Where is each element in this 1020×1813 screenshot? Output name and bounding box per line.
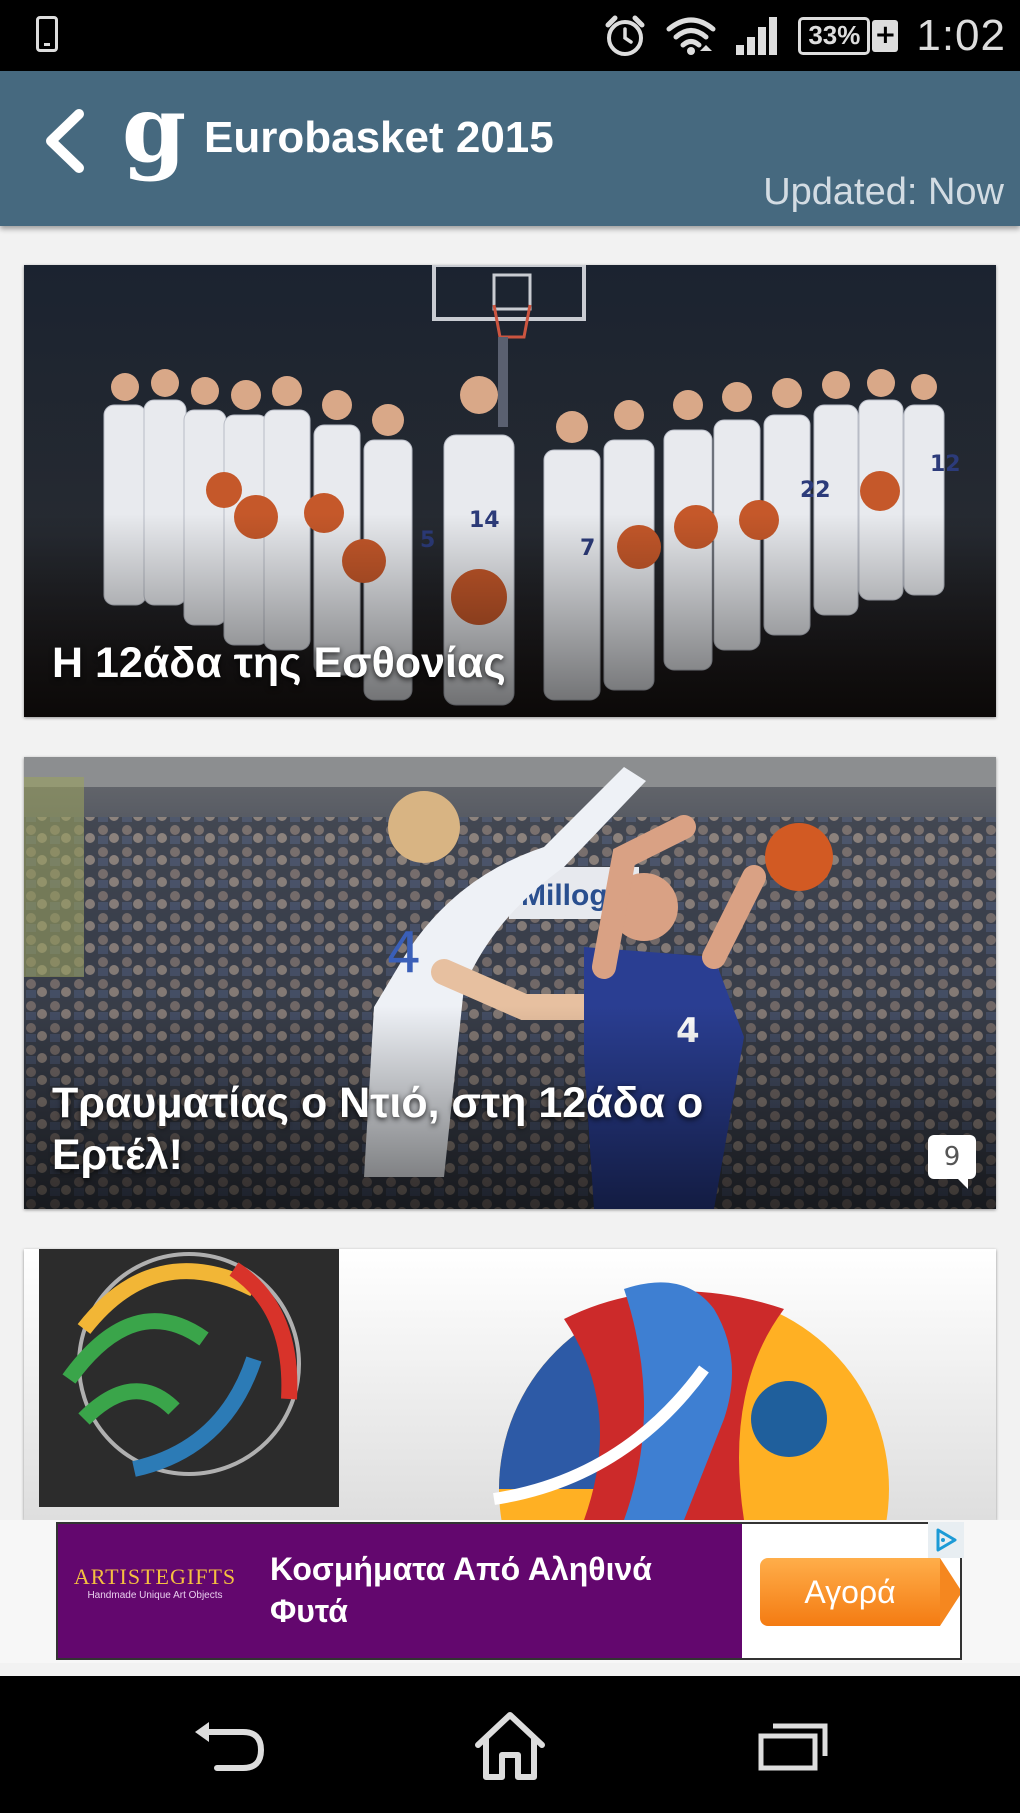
system-nav-bar <box>0 1676 1020 1813</box>
charging-indicator: + <box>872 19 899 52</box>
adchoices-icon[interactable] <box>928 1522 964 1558</box>
svg-text:g: g <box>122 89 186 183</box>
battery-icon: 33% + <box>798 16 899 55</box>
alarm-icon <box>605 15 645 56</box>
ad-brand-name: ARTISTEGIFTS <box>73 1564 237 1589</box>
phone-icon <box>36 16 58 52</box>
back-button[interactable] <box>30 101 100 181</box>
comment-count-badge: 9 <box>928 1135 976 1189</box>
clock: 1:02 <box>916 10 1006 60</box>
ad-content: ARTISTEGIFTS Handmade Unique Art Objects… <box>58 1524 742 1658</box>
back-icon <box>195 1722 265 1771</box>
status-icons: 33% + 1:02 <box>602 0 1006 71</box>
battery-level: 33% <box>798 16 871 55</box>
article-card[interactable]: Millog 4 4 Τραυματίας ο Ντιό, στη 12άδα … <box>24 757 996 1209</box>
nav-recent-apps-button[interactable] <box>748 1706 838 1786</box>
article-card[interactable]: 1457 2212 Η 12άδα της Εσθονίας <box>24 265 996 717</box>
updated-status: Updated: Now <box>763 171 1004 213</box>
status-bar: 33% + 1:02 <box>0 0 1020 71</box>
article-image-eurobasket-logos <box>24 1249 996 1520</box>
ad-buy-button[interactable]: Αγορά <box>760 1558 960 1626</box>
wifi-icon <box>666 17 716 55</box>
ad-banner[interactable]: ARTISTEGIFTS Handmade Unique Art Objects… <box>56 1522 962 1660</box>
home-icon <box>475 1712 545 1780</box>
recent-apps-icon <box>758 1723 828 1771</box>
nav-home-button[interactable] <box>465 1706 555 1786</box>
ad-brand-tagline: Handmade Unique Art Objects <box>87 1590 223 1601</box>
ad-headline: Κοσμήματα Από Αληθινά Φυτά <box>270 1551 652 1629</box>
chevron-left-icon <box>46 109 84 173</box>
signal-icon <box>736 16 778 55</box>
app-logo[interactable]: g <box>118 89 190 189</box>
ad-brand-logo: ARTISTEGIFTS Handmade Unique Art Objects <box>70 1564 240 1601</box>
app-bar: g Eurobasket 2015 Updated: Now <box>0 71 1020 226</box>
page-title: Eurobasket 2015 <box>204 113 554 162</box>
ad-area: ARTISTEGIFTS Handmade Unique Art Objects… <box>0 1520 1020 1663</box>
article-card[interactable] <box>24 1249 996 1520</box>
nav-back-button[interactable] <box>184 1706 274 1786</box>
article-title: Τραυματίας ο Ντιό, στη 12άδα ο Ερτέλ! <box>52 1079 704 1179</box>
article-title: Η 12άδα της Εσθονίας <box>52 639 506 687</box>
